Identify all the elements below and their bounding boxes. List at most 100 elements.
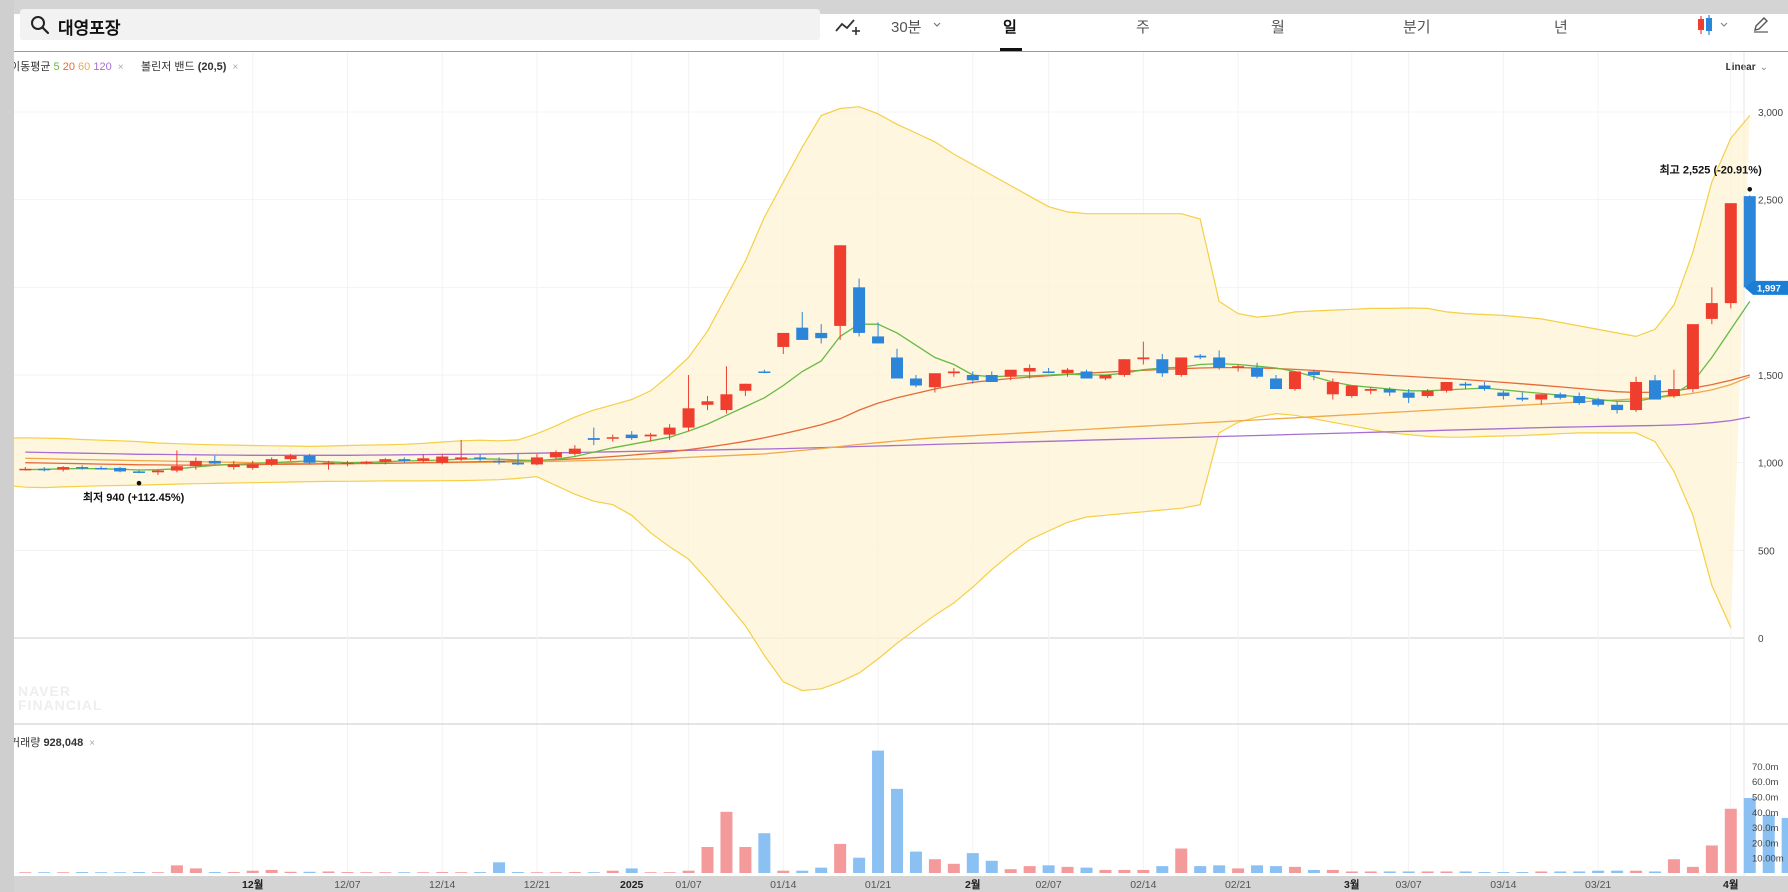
candle-body: [530, 457, 543, 465]
low-marker: [136, 480, 142, 486]
candle-body: [360, 461, 373, 464]
candle[interactable]: [1175, 357, 1188, 377]
volume-bar: [891, 788, 903, 873]
volume-bar: [1118, 869, 1131, 873]
candle-body: [1592, 399, 1605, 405]
volume-bar: [1213, 865, 1226, 873]
volume-bar: [1724, 808, 1737, 873]
candle-body: [1440, 382, 1453, 391]
candle-body: [265, 459, 278, 465]
price-volume-chart[interactable]: 05001,0001,5002,0002,5003,00010.00m20.0m…: [14, 0, 1788, 892]
candle-body: [985, 375, 998, 383]
price-tick-label: 3,000: [1758, 108, 1783, 119]
candle[interactable]: [1118, 359, 1131, 377]
volume-bar: [322, 871, 335, 873]
price-tick-label: 0: [1758, 634, 1764, 645]
volume-bar: [1592, 870, 1605, 873]
candle-body: [76, 467, 89, 469]
volume-bar: [834, 843, 847, 873]
candle-body: [322, 462, 335, 465]
candle-body: [1137, 357, 1150, 360]
candle-body: [1743, 196, 1756, 288]
volume-tick-label: 60.0m: [1752, 777, 1778, 788]
volume-bar: [530, 872, 543, 873]
volume-bar: [208, 872, 221, 873]
candle-body: [57, 467, 70, 470]
volume-bar: [1383, 871, 1396, 873]
candle[interactable]: [1345, 385, 1358, 398]
volume-bar: [1251, 865, 1264, 873]
volume-bar: [928, 859, 941, 873]
candle-body: [1061, 369, 1074, 374]
volume-bar: [379, 872, 392, 873]
volume-bar: [1497, 872, 1510, 873]
volume-bar: [284, 871, 297, 873]
volume-bar: [625, 868, 638, 873]
candle[interactable]: [1686, 324, 1699, 393]
candle-body: [853, 287, 866, 333]
volume-bar: [966, 853, 979, 873]
last-price-label: 1,997: [1757, 283, 1781, 294]
candle-body: [834, 245, 847, 326]
candle-body: [170, 466, 183, 471]
volume-bar: [1232, 868, 1245, 873]
candle[interactable]: [1724, 203, 1737, 309]
volume-bar: [1667, 859, 1680, 873]
volume-bar: [1535, 871, 1548, 873]
candle-body: [1686, 324, 1699, 390]
candle-body: [587, 438, 600, 440]
volume-bar: [265, 869, 278, 873]
volume-bar: [1686, 866, 1699, 873]
candle-body: [1118, 359, 1131, 375]
time-tick-label: 12/07: [334, 879, 360, 891]
time-tick-label: 3월: [1344, 878, 1360, 891]
volume-bar: [1194, 866, 1207, 873]
candle-body: [568, 448, 581, 454]
candle-body: [891, 357, 903, 379]
volume-bar: [1288, 866, 1301, 873]
candle-body: [796, 327, 809, 340]
candle-body: [227, 464, 240, 468]
candle-body: [1573, 396, 1586, 404]
volume-bar: [985, 860, 998, 873]
volume-bar: [909, 851, 922, 873]
volume-bar: [114, 872, 127, 873]
candle-body: [966, 375, 979, 381]
low-price-annotation: 최저 940 (+112.45%): [83, 490, 185, 504]
candle[interactable]: [834, 245, 847, 340]
volume-bar: [1270, 866, 1282, 873]
candle-body: [1251, 367, 1264, 377]
volume-bar: [872, 750, 885, 873]
volume-bar: [701, 846, 714, 873]
price-tick-label: 2,500: [1758, 196, 1783, 207]
candle[interactable]: [1288, 371, 1301, 391]
candle-body: [1497, 392, 1510, 397]
time-tick-label: 02/21: [1225, 879, 1251, 891]
candle-body: [644, 434, 657, 437]
candle-body: [1705, 303, 1718, 319]
candle-body: [720, 394, 733, 411]
candle-body: [1535, 394, 1548, 400]
volume-bar: [1421, 871, 1434, 873]
volume-bar: [1004, 869, 1017, 873]
volume-bar: [1326, 869, 1339, 873]
candle[interactable]: [1630, 376, 1643, 412]
candle-body: [1156, 359, 1169, 374]
candle-body: [38, 468, 51, 471]
candle-body: [1213, 357, 1226, 368]
candle-body: [1554, 394, 1567, 398]
candle-body: [19, 468, 32, 471]
volume-bar: [151, 872, 164, 873]
volume-legend[interactable]: 거래량 928,048 ×: [14, 734, 95, 750]
candle-body: [606, 437, 619, 439]
candle[interactable]: [1743, 195, 1756, 291]
volume-bar: [853, 857, 866, 873]
candle-body: [379, 459, 392, 462]
volume-tick-label: 10.00m: [1752, 854, 1784, 865]
candle-body: [1004, 369, 1017, 377]
volume-remove-button[interactable]: ×: [89, 738, 95, 749]
volume-bar: [1516, 872, 1529, 873]
volume-bar: [1554, 871, 1567, 873]
volume-bar: [549, 872, 562, 873]
time-tick-label: 02/07: [1035, 879, 1061, 891]
